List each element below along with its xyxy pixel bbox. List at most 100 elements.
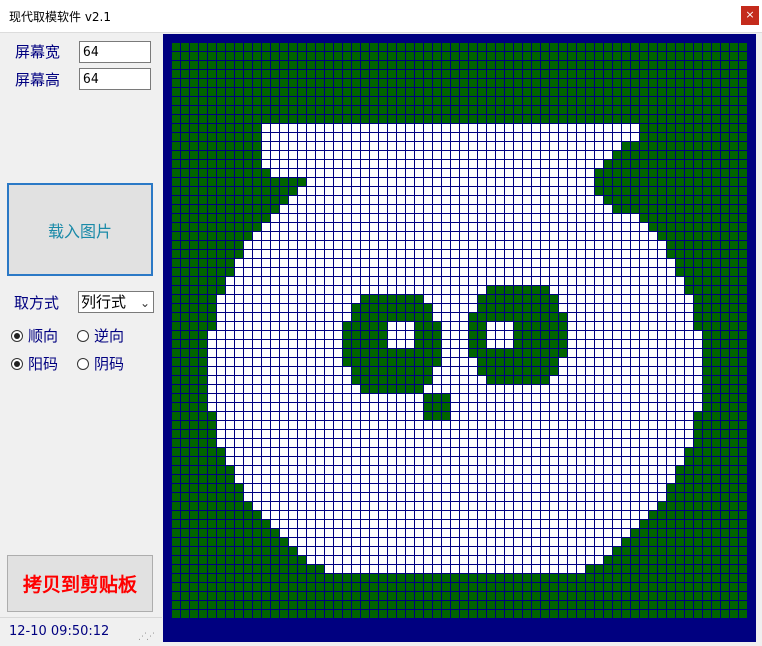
pixel-cell [307, 286, 315, 294]
pixel-cell [523, 538, 531, 546]
pixel-cell [388, 448, 396, 456]
pixel-cell [181, 304, 189, 312]
pixel-cell [550, 223, 558, 231]
pixel-cell [172, 592, 180, 600]
screen-width-input[interactable]: 64 [79, 41, 151, 63]
pixel-cell [244, 601, 252, 609]
pixel-cell [496, 151, 504, 159]
pixel-cell [379, 520, 387, 528]
pixel-cell [496, 403, 504, 411]
pixel-cell [352, 349, 360, 357]
pixel-cell [361, 574, 369, 582]
pixel-cell [397, 106, 405, 114]
pixel-cell [226, 223, 234, 231]
pixel-cell [343, 178, 351, 186]
pixel-preview[interactable] [163, 34, 756, 642]
pixel-cell [217, 304, 225, 312]
pixel-cell [685, 421, 693, 429]
pixel-cell [406, 205, 414, 213]
pixel-cell [478, 457, 486, 465]
pixel-cell [712, 574, 720, 582]
pixel-cell [424, 142, 432, 150]
load-image-button[interactable]: 载入图片 [7, 183, 153, 276]
pixel-cell [550, 610, 558, 618]
pixel-cell [379, 286, 387, 294]
pixel-cell [262, 484, 270, 492]
pixel-cell [532, 565, 540, 573]
pixel-cell [217, 484, 225, 492]
pixel-cell [667, 601, 675, 609]
pixel-cell [280, 52, 288, 60]
pixel-cell [496, 70, 504, 78]
pixel-cell [550, 232, 558, 240]
pixel-cell [253, 331, 261, 339]
polarity-negative-radio[interactable]: 阴码 [77, 353, 124, 374]
pixel-cell [181, 574, 189, 582]
pixel-cell [532, 376, 540, 384]
pixel-cell [631, 322, 639, 330]
pixel-cell [190, 601, 198, 609]
copy-to-clipboard-button[interactable]: 拷贝到剪贴板 [7, 555, 153, 612]
pixel-cell [469, 178, 477, 186]
pixel-cell [640, 610, 648, 618]
pixel-cell [352, 223, 360, 231]
pixel-cell [613, 124, 621, 132]
pixel-cell [172, 457, 180, 465]
pixel-cell [352, 241, 360, 249]
pixel-cell [181, 565, 189, 573]
pixel-cell [703, 610, 711, 618]
pixel-cell [739, 232, 747, 240]
pixel-cell [658, 385, 666, 393]
pixel-cell [487, 547, 495, 555]
pixel-cell [271, 232, 279, 240]
pixel-cell [217, 250, 225, 258]
pixel-cell [217, 124, 225, 132]
pixel-cell [307, 439, 315, 447]
pixel-cell [442, 430, 450, 438]
pixel-cell [415, 583, 423, 591]
pixel-cell [658, 313, 666, 321]
pixel-cell [640, 70, 648, 78]
pixel-cell [316, 430, 324, 438]
pixel-cell [172, 196, 180, 204]
pixel-cell [721, 250, 729, 258]
pixel-cell [703, 502, 711, 510]
pixel-cell [523, 196, 531, 204]
direction-forward-radio[interactable]: 顺向 [11, 325, 58, 346]
pixel-cell [523, 151, 531, 159]
pixel-cell [640, 475, 648, 483]
pixel-cell [199, 376, 207, 384]
pixel-cell [352, 286, 360, 294]
pixel-cell [676, 61, 684, 69]
pixel-cell [271, 538, 279, 546]
pixel-cell [694, 43, 702, 51]
direction-reverse-radio[interactable]: 逆向 [77, 325, 124, 346]
pixel-cell [280, 151, 288, 159]
pixel-cell [613, 187, 621, 195]
pixel-cell [298, 475, 306, 483]
pixel-cell [442, 259, 450, 267]
resize-grip-icon[interactable]: ⋰⋰ [138, 632, 155, 642]
pixel-cell [442, 106, 450, 114]
pixel-cell [676, 70, 684, 78]
pixel-cell [370, 520, 378, 528]
pixel-cell [334, 124, 342, 132]
pixel-cell [199, 412, 207, 420]
pixel-cell [703, 304, 711, 312]
pixel-cell [604, 466, 612, 474]
pixel-cell [523, 448, 531, 456]
pixel-cell [415, 115, 423, 123]
mode-select[interactable]: 列行式 ⌄ [78, 291, 154, 313]
pixel-cell [622, 232, 630, 240]
screen-height-input[interactable]: 64 [79, 68, 151, 90]
pixel-cell [559, 214, 567, 222]
pixel-cell [316, 493, 324, 501]
close-icon[interactable]: × [741, 6, 759, 25]
pixel-cell [397, 133, 405, 141]
pixel-cell [307, 250, 315, 258]
polarity-positive-radio[interactable]: 阳码 [11, 353, 58, 374]
pixel-cell [352, 340, 360, 348]
pixel-cell [325, 52, 333, 60]
pixel-cell [253, 142, 261, 150]
pixel-cell [361, 547, 369, 555]
